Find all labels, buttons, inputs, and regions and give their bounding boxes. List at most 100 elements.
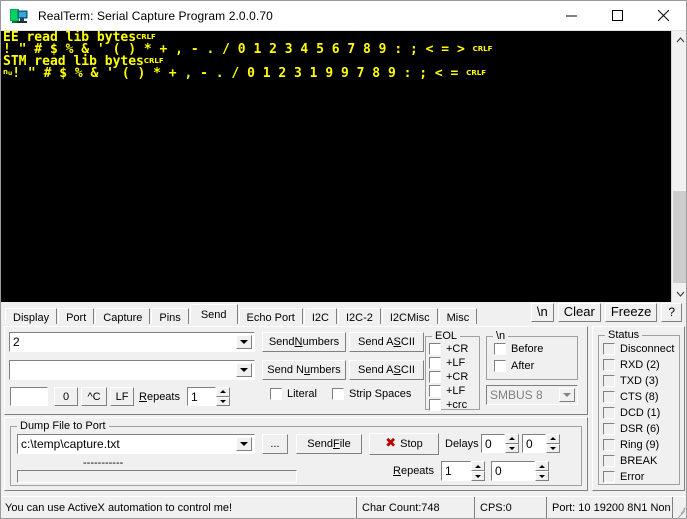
checkbox-box[interactable] [429, 399, 441, 411]
status-dcd[interactable]: DCD (1) [603, 407, 660, 419]
title-bar: RealTerm: Serial Capture Program 2.0.0.7… [1, 1, 686, 31]
clear-button[interactable]: Clear [557, 303, 601, 322]
delay-spinner-2[interactable]: 0 [522, 434, 560, 453]
tab-send[interactable]: Send [189, 304, 238, 324]
scrollbar-thumb[interactable] [673, 191, 686, 283]
spinner-buttons[interactable] [546, 434, 560, 453]
checkbox-box[interactable] [332, 388, 344, 400]
dump-repeats-value-2[interactable]: 0 [491, 461, 535, 481]
terminal-scrollbar[interactable] [671, 31, 686, 302]
delay-spinner-1[interactable]: 0 [481, 434, 519, 453]
spinner-up-icon[interactable] [216, 387, 230, 397]
spinner-down-icon[interactable] [546, 443, 560, 453]
status-ring[interactable]: Ring (9) [603, 439, 659, 451]
tab-display[interactable]: Display [5, 308, 58, 324]
resize-grip[interactable] [672, 497, 686, 518]
chevron-down-icon[interactable] [559, 388, 575, 402]
send-small-input[interactable] [10, 387, 48, 406]
terminal-area: EE read lib bytes CRLF ! " # $ % & ' ( ) … [1, 31, 686, 302]
send-data-combo-2[interactable] [9, 360, 255, 380]
checkbox-box[interactable] [429, 385, 441, 397]
send-repeats-value[interactable]: 1 [187, 387, 216, 406]
dump-repeats-spinner-2[interactable]: 0 [491, 461, 549, 481]
newline-button[interactable]: \n [530, 303, 554, 322]
status-txd[interactable]: TXD (3) [603, 375, 659, 387]
stop-button[interactable]: ✖ Stop [369, 433, 439, 455]
tab-echo-port[interactable]: Echo Port [238, 308, 303, 324]
crc-type-combo[interactable]: SMBUS 8 [486, 385, 578, 405]
newline-after-checkbox[interactable]: After [494, 360, 534, 372]
status-dsr[interactable]: DSR (6) [603, 423, 660, 435]
status-error[interactable]: Error [603, 471, 644, 483]
eol-item-label: +CR [446, 371, 469, 383]
status-rxd[interactable]: RXD (2) [603, 359, 660, 371]
spinner-buttons[interactable] [216, 387, 230, 406]
eol-lf-checkbox-2[interactable]: +LF [429, 385, 465, 397]
tab-i2c-2[interactable]: I2C-2 [337, 308, 381, 324]
delay-value-2[interactable]: 0 [522, 434, 546, 453]
send-numbers-button-1[interactable]: Send Numbers [262, 332, 346, 352]
checkbox-box[interactable] [429, 343, 441, 355]
spinner-buttons[interactable] [471, 461, 485, 481]
newline-before-checkbox[interactable]: Before [494, 343, 543, 355]
send-ascii-button-1[interactable]: Send A S CII [349, 332, 424, 352]
checkbox-box[interactable] [429, 371, 441, 383]
tab-misc[interactable]: Misc [438, 308, 478, 324]
spinner-up-icon[interactable] [505, 434, 519, 444]
status-disconnect[interactable]: Disconnect [603, 343, 674, 355]
spinner-up-icon[interactable] [546, 434, 560, 444]
checkbox-box[interactable] [494, 360, 506, 372]
tab-capture[interactable]: Capture [95, 308, 151, 324]
send-ascii-button-2[interactable]: Send A S CII [349, 360, 424, 380]
checkbox-box[interactable] [494, 343, 506, 355]
send-zero-button[interactable]: 0 [54, 387, 78, 406]
spinner-down-icon[interactable] [216, 396, 230, 406]
eol-lf-checkbox-1[interactable]: +LF [429, 357, 465, 369]
send-file-button[interactable]: Send File [296, 434, 362, 454]
close-button[interactable] [640, 1, 686, 31]
literal-checkbox[interactable]: Literal [270, 388, 317, 400]
status-label: Disconnect [620, 343, 675, 355]
tab-i2c[interactable]: I2C [303, 308, 337, 324]
strip-spaces-checkbox[interactable]: Strip Spaces [332, 388, 411, 400]
tab-i2cmisc[interactable]: I2CMisc [381, 308, 438, 324]
spinner-down-icon[interactable] [535, 471, 549, 481]
scroll-up-icon[interactable] [672, 31, 686, 48]
eol-cr-checkbox-2[interactable]: +CR [429, 371, 468, 383]
send-numbers-button-2[interactable]: Send Nu mbers [262, 360, 346, 380]
checkbox-box[interactable] [429, 357, 441, 369]
chevron-down-icon[interactable] [236, 363, 252, 377]
spinner-up-icon[interactable] [535, 461, 549, 471]
spinner-down-icon[interactable] [505, 443, 519, 453]
spinner-down-icon[interactable] [471, 471, 485, 481]
chevron-down-icon[interactable] [236, 335, 252, 349]
browse-file-button[interactable]: ... [262, 434, 288, 454]
literal-label: Literal [287, 388, 317, 400]
tab-pins[interactable]: Pins [151, 308, 189, 324]
dump-repeats-spinner-1[interactable]: 1 [441, 461, 485, 481]
minimize-button[interactable] [548, 1, 594, 31]
spinner-buttons[interactable] [535, 461, 549, 481]
status-break[interactable]: BREAK [603, 455, 657, 467]
spinner-buttons[interactable] [505, 434, 519, 453]
maximize-button[interactable] [594, 1, 640, 31]
dump-file-path-combo[interactable]: c:\temp\capture.txt [17, 434, 255, 454]
send-ctrl-c-button[interactable]: ^C [81, 387, 107, 406]
status-cts[interactable]: CTS (8) [603, 391, 659, 403]
status-label: DCD (1) [620, 407, 661, 419]
help-button[interactable]: ? [661, 303, 682, 322]
delay-value-1[interactable]: 0 [481, 434, 505, 453]
tab-port[interactable]: Port [58, 308, 95, 324]
send-data-combo-1[interactable]: 2 [9, 332, 255, 352]
scroll-down-icon[interactable] [672, 285, 686, 302]
checkbox-box[interactable] [270, 388, 282, 400]
terminal-output[interactable]: EE read lib bytes CRLF ! " # $ % & ' ( ) … [1, 31, 664, 302]
spinner-up-icon[interactable] [471, 461, 485, 471]
send-repeats-spinner[interactable]: 1 [187, 387, 230, 406]
dump-repeats-value-1[interactable]: 1 [441, 461, 471, 481]
eol-cr-checkbox-1[interactable]: +CR [429, 343, 468, 355]
freeze-button[interactable]: Freeze [604, 303, 658, 322]
eol-crc-checkbox[interactable]: +crc [429, 399, 467, 411]
send-lf-button[interactable]: LF [110, 387, 134, 406]
chevron-down-icon[interactable] [236, 437, 252, 451]
